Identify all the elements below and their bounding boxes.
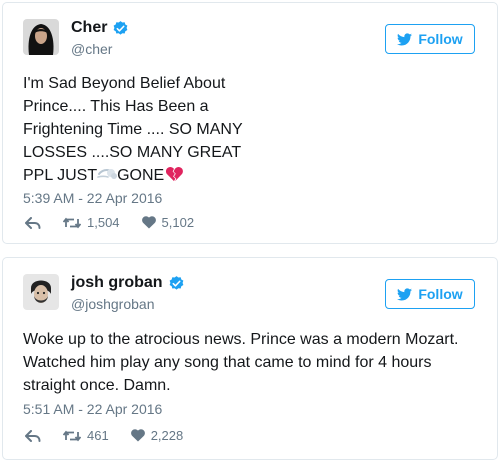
follow-label: Follow <box>418 31 463 47</box>
avatar[interactable] <box>23 274 59 310</box>
retweet-count: 461 <box>87 428 109 443</box>
reply-icon <box>25 429 41 442</box>
dash-emoji-icon <box>97 169 118 179</box>
tweet-text: I'm Sad Beyond Belief About Prince.... T… <box>23 72 303 187</box>
verified-badge-icon <box>114 20 128 35</box>
reply-button[interactable] <box>25 429 41 442</box>
like-button[interactable]: 5,102 <box>141 215 195 230</box>
like-count: 5,102 <box>161 215 195 230</box>
follow-label: Follow <box>418 286 463 302</box>
twitter-bird-icon <box>397 287 413 300</box>
tweet-text-line: Frightening Time .... SO MANY <box>23 121 243 138</box>
tweet-timestamp[interactable]: 5:51 AM - 22 Apr 2016 <box>23 401 162 417</box>
retweet-icon <box>63 217 81 228</box>
user-handle[interactable]: @cher <box>71 41 112 57</box>
user-name[interactable]: Cher <box>71 19 107 37</box>
retweet-button[interactable]: 461 <box>63 428 109 443</box>
tweet-timestamp[interactable]: 5:39 AM - 22 Apr 2016 <box>23 190 162 206</box>
retweet-icon <box>63 430 81 441</box>
like-count: 2,228 <box>150 428 184 443</box>
twitter-bird-icon <box>397 32 413 45</box>
follow-button[interactable]: Follow <box>385 24 475 54</box>
reply-icon <box>25 216 41 229</box>
user-name-row[interactable]: josh groban <box>71 274 185 292</box>
like-button[interactable]: 2,228 <box>130 428 184 443</box>
tweet-text-line: Prince.... This Has Been a <box>23 98 209 115</box>
tweet-actions: 1,504 5,102 <box>25 215 216 230</box>
retweet-button[interactable]: 1,504 <box>63 215 120 230</box>
user-name-row[interactable]: Cher <box>71 19 129 37</box>
retweet-count: 1,504 <box>87 215 120 230</box>
tweet-text-line: GONE <box>117 167 165 184</box>
tweet-text: Woke up to the atrocious news. Prince wa… <box>23 331 459 394</box>
tweet-text-line: I'm Sad Beyond Belief About <box>23 75 226 92</box>
reply-button[interactable] <box>25 216 41 229</box>
user-handle[interactable]: @joshgroban <box>71 296 155 312</box>
tweet-card-cher: Cher @cher Follow I'm Sad Beyond Belief … <box>2 2 498 244</box>
user-name[interactable]: josh groban <box>71 274 163 292</box>
heart-icon <box>130 429 145 442</box>
broken-heart-icon <box>166 166 184 182</box>
tweet-card-joshgroban: josh groban @joshgroban Follow Woke up t… <box>2 257 498 460</box>
avatar[interactable] <box>23 19 59 55</box>
follow-button[interactable]: Follow <box>385 279 475 309</box>
verified-badge-icon <box>169 275 183 290</box>
tweet-text-line: LOSSES ....SO MANY GREAT <box>23 144 242 161</box>
tweet-text-line: PPL JUST <box>23 167 98 184</box>
tweet-actions: 461 2,228 <box>25 428 205 443</box>
heart-icon <box>141 216 156 229</box>
